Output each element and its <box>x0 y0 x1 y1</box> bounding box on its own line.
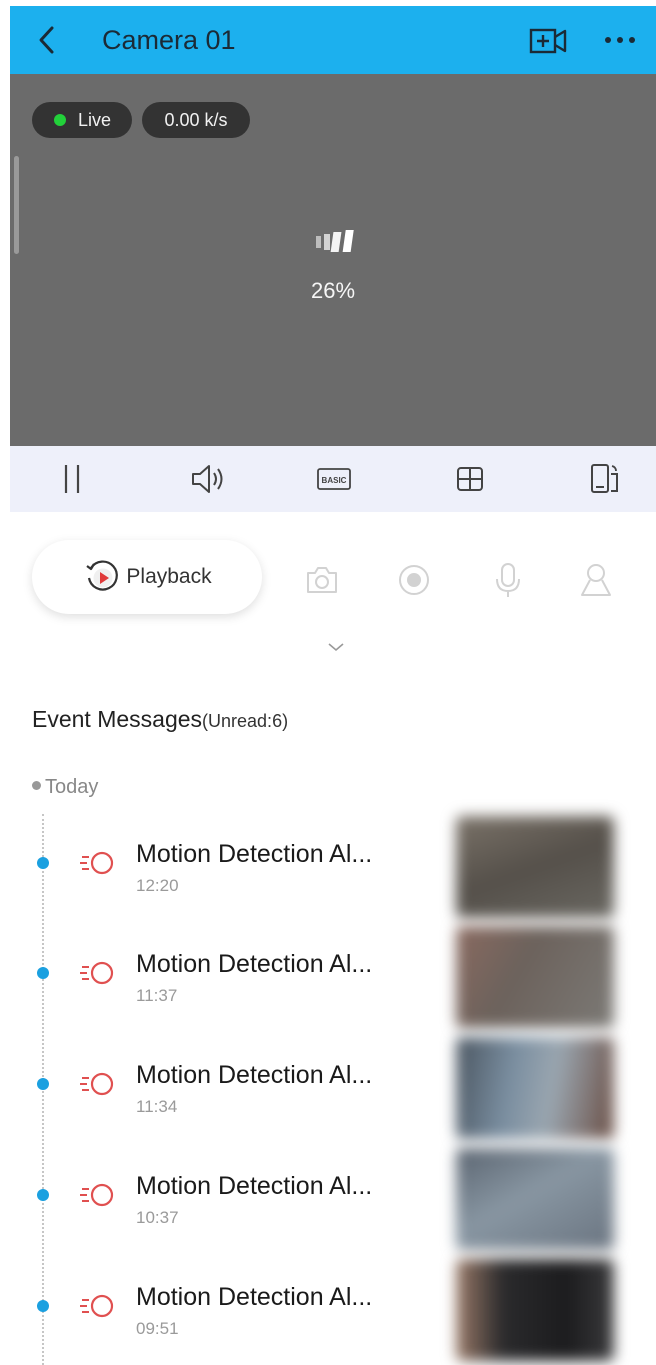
basic-text: BASIC <box>322 476 347 485</box>
event-time: 12:20 <box>136 876 179 895</box>
loading-percent: 26% <box>310 278 356 303</box>
unread-count: (Unread:6) <box>202 711 289 731</box>
event-time: 11:34 <box>136 1097 178 1116</box>
event-time: 09:51 <box>136 1319 179 1338</box>
bitrate-badge: 0.00 k/s <box>142 102 250 138</box>
pause-icon <box>64 465 80 493</box>
playback-label: Playback <box>126 565 212 588</box>
app-header: Camera 01 <box>10 6 656 74</box>
event-thumbnail[interactable] <box>456 1259 614 1361</box>
microphone-button[interactable] <box>488 560 528 600</box>
pause-button[interactable] <box>52 460 92 498</box>
side-scroll-handle[interactable] <box>14 156 19 254</box>
timeline-dot <box>37 1078 49 1090</box>
playback-button[interactable]: Playback <box>32 540 262 614</box>
event-thumbnail[interactable] <box>456 1037 614 1139</box>
motion-alarm-icon <box>80 1294 114 1318</box>
rotate-screen-button[interactable] <box>584 460 624 498</box>
ptz-person-icon <box>581 564 611 596</box>
microphone-icon <box>496 563 520 597</box>
more-icon <box>605 37 635 43</box>
event-time: 10:37 <box>136 1208 179 1227</box>
event-item[interactable]: Motion Detection Al... 10:37 <box>0 1144 656 1250</box>
record-button[interactable] <box>394 560 434 600</box>
timeline-dot <box>37 967 49 979</box>
chevron-down-icon[interactable] <box>326 640 346 654</box>
ptz-person-button[interactable] <box>576 560 616 600</box>
timeline-dot <box>37 857 49 869</box>
motion-alarm-icon <box>80 961 114 985</box>
live-status-dot <box>54 114 66 126</box>
volume-icon <box>192 465 223 493</box>
record-icon <box>399 565 429 595</box>
live-video-view[interactable]: Live 0.00 k/s 26% <box>10 74 656 446</box>
quality-basic-icon: BASIC <box>317 468 351 490</box>
back-chevron-icon <box>39 26 54 54</box>
split-view-icon <box>457 467 483 491</box>
event-item[interactable]: Motion Detection Al... 11:37 <box>0 922 656 1028</box>
event-title: Motion Detection Al... <box>136 1172 373 1200</box>
event-thumbnail[interactable] <box>456 816 614 918</box>
event-item[interactable]: Motion Detection Al... 11:34 <box>0 1033 656 1139</box>
event-title: Motion Detection Al... <box>136 1061 373 1089</box>
event-title: Motion Detection Al... <box>136 840 373 868</box>
motion-alarm-icon <box>80 1183 114 1207</box>
add-camera-button[interactable] <box>528 26 570 56</box>
more-button[interactable] <box>602 28 642 52</box>
quality-basic-button[interactable]: BASIC <box>314 460 354 498</box>
event-messages-title: Event Messages <box>32 706 203 732</box>
event-thumbnail[interactable] <box>456 1148 614 1250</box>
group-bullet <box>32 781 41 791</box>
event-time: 11:37 <box>136 986 178 1005</box>
page-title: Camera 01 <box>102 25 236 55</box>
event-item[interactable]: Motion Detection Al... 12:20 <box>0 812 656 918</box>
event-title: Motion Detection Al... <box>136 1283 373 1311</box>
add-camera-icon <box>529 28 567 54</box>
motion-alarm-icon <box>80 851 114 875</box>
back-button[interactable] <box>34 24 62 56</box>
loading-bars-icon <box>316 230 354 252</box>
live-label: Live <box>78 110 112 130</box>
video-toolbar: BASIC <box>10 446 656 512</box>
volume-button[interactable] <box>188 460 228 498</box>
today-text: Today <box>45 776 99 798</box>
snapshot-button[interactable] <box>302 560 342 600</box>
playback-icon <box>86 560 119 591</box>
timeline-dot <box>37 1189 49 1201</box>
split-view-button[interactable] <box>450 460 490 498</box>
timeline-dot <box>37 1300 49 1312</box>
live-badge: Live <box>32 102 132 138</box>
event-item[interactable]: Motion Detection Al... 09:51 <box>0 1255 656 1361</box>
rotate-screen-icon <box>591 464 618 493</box>
event-messages-heading: Event Messages(Unread:6) <box>32 706 288 733</box>
event-thumbnail[interactable] <box>456 926 614 1028</box>
today-group-label: Today <box>32 776 98 799</box>
motion-alarm-icon <box>80 1072 114 1096</box>
snapshot-icon <box>307 567 337 593</box>
event-title: Motion Detection Al... <box>136 950 373 978</box>
